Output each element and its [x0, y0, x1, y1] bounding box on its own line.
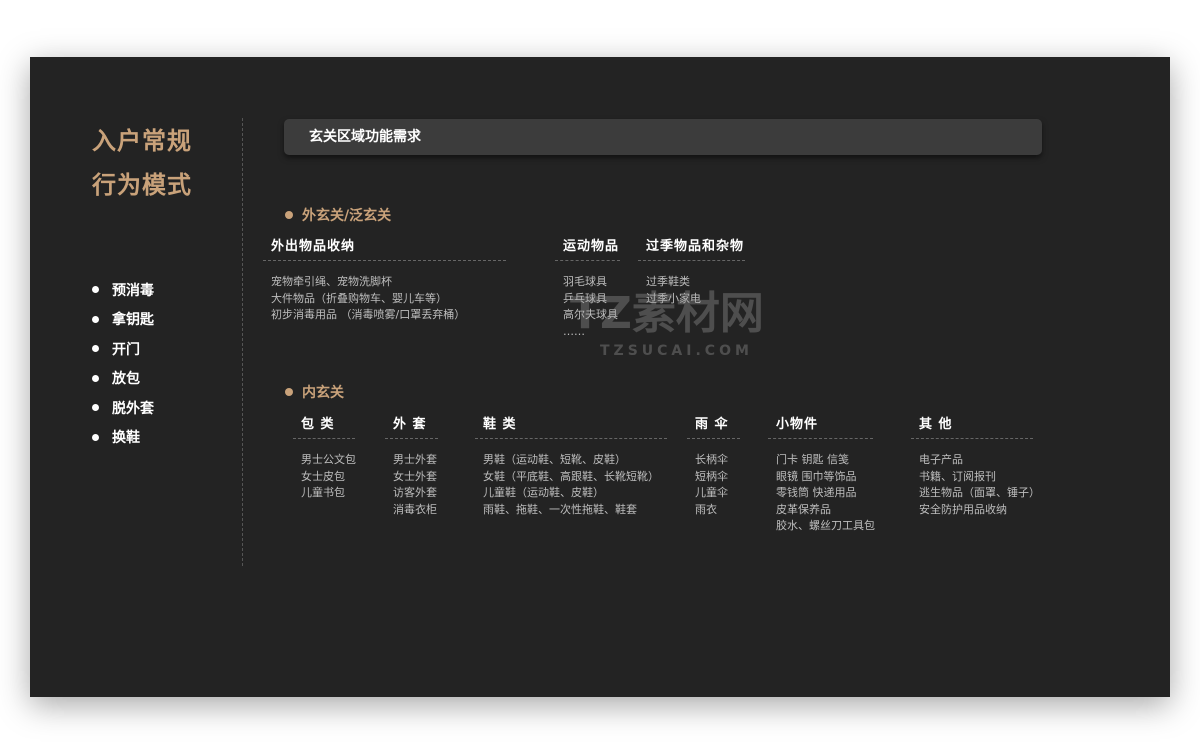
- list-item: 雨衣: [695, 502, 717, 516]
- step-item: 脱外套: [92, 393, 154, 423]
- outer-section-label: 外玄关/泛玄关: [285, 205, 391, 225]
- bullet-icon: [92, 404, 99, 412]
- list-item: 宠物牵引绳、宠物洗脚杯: [271, 275, 392, 288]
- list-item: 高尔夫球具: [563, 308, 618, 321]
- title-line-1: 入户常规: [92, 127, 192, 155]
- category-items: 过季鞋类 过季小家电: [638, 274, 745, 307]
- list-item: 儿童书包: [301, 486, 345, 499]
- list-item: 书籍、订阅报刊: [919, 469, 996, 483]
- list-item: 男鞋（运动鞋、短靴、皮鞋）: [483, 453, 626, 466]
- category-title: 外 套: [385, 413, 438, 439]
- category-items: 男士公文包女士皮包儿童书包: [293, 452, 356, 502]
- category-title: 鞋 类: [475, 413, 667, 439]
- bullet-icon: [285, 388, 293, 396]
- list-item: ……: [563, 324, 585, 338]
- list-item: 访客外套: [393, 486, 437, 499]
- step-item: 换鞋: [92, 423, 154, 453]
- list-item: 儿童伞: [695, 486, 728, 499]
- category-column: 包 类男士公文包女士皮包儿童书包: [293, 413, 356, 502]
- category-column: 其 他电子产品书籍、订阅报刊逃生物品（面罩、锤子） 安全防护用品收纳: [911, 413, 1040, 518]
- category-column: 外 套男士外套女士外套访客外套消毒衣柜: [385, 413, 438, 518]
- list-item: 逃生物品（面罩、锤子）: [919, 486, 1040, 499]
- bullet-icon: [92, 433, 99, 441]
- list-item: 眼镜 围巾等饰品: [776, 469, 857, 483]
- list-item: 大件物品（折叠购物车、婴儿车等）: [271, 291, 447, 305]
- category-title: 运动物品: [555, 235, 620, 261]
- step-label: 脱外套: [112, 400, 154, 417]
- list-item: 消毒衣柜: [393, 502, 437, 516]
- divider: [242, 118, 243, 566]
- list-item: 女鞋（平底鞋、高跟鞋、长靴短靴）: [483, 469, 659, 483]
- list-item: 女士外套: [393, 469, 437, 483]
- step-item: 放包: [92, 364, 154, 394]
- step-item: 预消毒: [92, 275, 154, 305]
- inner-section-label: 内玄关: [285, 382, 344, 402]
- category-items: 电子产品书籍、订阅报刊逃生物品（面罩、锤子） 安全防护用品收纳: [911, 452, 1040, 518]
- list-item: 长柄伞: [695, 453, 728, 466]
- bullet-icon: [92, 315, 99, 323]
- category-title: 包 类: [293, 413, 355, 439]
- category-items: 男士外套女士外套访客外套消毒衣柜: [385, 452, 438, 518]
- list-item: 过季鞋类: [646, 275, 690, 288]
- page-header: 玄关区域功能需求: [284, 119, 1042, 155]
- step-label: 拿钥匙: [112, 312, 154, 329]
- list-item: 短柄伞: [695, 469, 728, 483]
- watermark-url: TZSUCAI.COM: [600, 343, 753, 359]
- step-label: 放包: [112, 371, 140, 388]
- category-title: 过季物品和杂物: [638, 235, 745, 261]
- list-item: 初步消毒用品 （消毒喷雾/口罩丢弃桶）: [271, 308, 466, 321]
- list-item: 皮革保养品: [776, 502, 831, 516]
- category-column: 过季物品和杂物过季鞋类过季小家电: [638, 235, 745, 307]
- step-label: 开门: [112, 341, 140, 358]
- category-title: 雨 伞: [687, 413, 740, 439]
- section-title: 入户常规 行为模式: [92, 119, 192, 207]
- category-items: 长柄伞短柄伞儿童伞雨衣: [687, 452, 740, 518]
- category-title: 其 他: [911, 413, 1033, 439]
- bullet-icon: [285, 211, 293, 219]
- category-column: 外出物品收纳宠物牵引绳、宠物洗脚杯大件物品（折叠购物车、婴儿车等） 初步消毒用品 …: [263, 235, 506, 324]
- category-items: 宠物牵引绳、宠物洗脚杯大件物品（折叠购物车、婴儿车等） 初步消毒用品 （消毒喷雾/…: [263, 274, 506, 324]
- category-column: 鞋 类男鞋（运动鞋、短靴、皮鞋） 女鞋（平底鞋、高跟鞋、长靴短靴） 儿童鞋（运动鞋、…: [475, 413, 667, 518]
- category-column: 雨 伞长柄伞短柄伞儿童伞雨衣: [687, 413, 740, 518]
- category-items: 羽毛球具乒乓球具高尔夫球具 ……: [555, 274, 620, 340]
- step-label: 换鞋: [112, 430, 140, 447]
- list-item: 电子产品: [919, 453, 963, 466]
- section-label: 内玄关: [302, 385, 344, 401]
- title-line-2: 行为模式: [92, 171, 192, 199]
- category-items: 男鞋（运动鞋、短靴、皮鞋） 女鞋（平底鞋、高跟鞋、长靴短靴） 儿童鞋（运动鞋、皮鞋）…: [475, 452, 667, 518]
- list-item: 男士公文包: [301, 453, 356, 466]
- category-column: 运动物品羽毛球具乒乓球具高尔夫球具 ……: [555, 235, 620, 340]
- step-label: 预消毒: [112, 282, 154, 299]
- section-label: 外玄关/泛玄关: [302, 208, 392, 224]
- bullet-icon: [92, 374, 99, 382]
- category-column: 小物件门卡 钥匙 信笺 眼镜 围巾等饰品 零钱筒 快递用品 皮革保养品胶水、螺丝刀工具…: [768, 413, 875, 535]
- list-item: 女士皮包: [301, 469, 345, 483]
- slide-panel: 入户常规 行为模式 预消毒 拿钥匙 开门 放包 脱外套 换鞋 玄关区域功能需求 …: [30, 57, 1170, 697]
- step-item: 开门: [92, 334, 154, 364]
- list-item: 儿童鞋（运动鞋、皮鞋）: [483, 486, 604, 499]
- list-item: 羽毛球具: [563, 275, 607, 288]
- list-item: 男士外套: [393, 453, 437, 466]
- bullet-icon: [92, 345, 99, 353]
- category-items: 门卡 钥匙 信笺 眼镜 围巾等饰品 零钱筒 快递用品 皮革保养品胶水、螺丝刀工具包: [768, 452, 875, 535]
- list-item: 乒乓球具: [563, 291, 607, 305]
- category-title: 外出物品收纳: [263, 235, 506, 261]
- step-item: 拿钥匙: [92, 305, 154, 335]
- list-item: 胶水、螺丝刀工具包: [776, 519, 875, 532]
- list-item: 过季小家电: [646, 291, 701, 305]
- list-item: 雨鞋、拖鞋、一次性拖鞋、鞋套: [483, 502, 637, 516]
- list-item: 零钱筒 快递用品: [776, 486, 857, 499]
- list-item: 安全防护用品收纳: [919, 502, 1007, 516]
- category-title: 小物件: [768, 413, 873, 439]
- list-item: 门卡 钥匙 信笺: [776, 453, 849, 466]
- bullet-icon: [92, 286, 99, 294]
- behavior-steps: 预消毒 拿钥匙 开门 放包 脱外套 换鞋: [92, 275, 154, 452]
